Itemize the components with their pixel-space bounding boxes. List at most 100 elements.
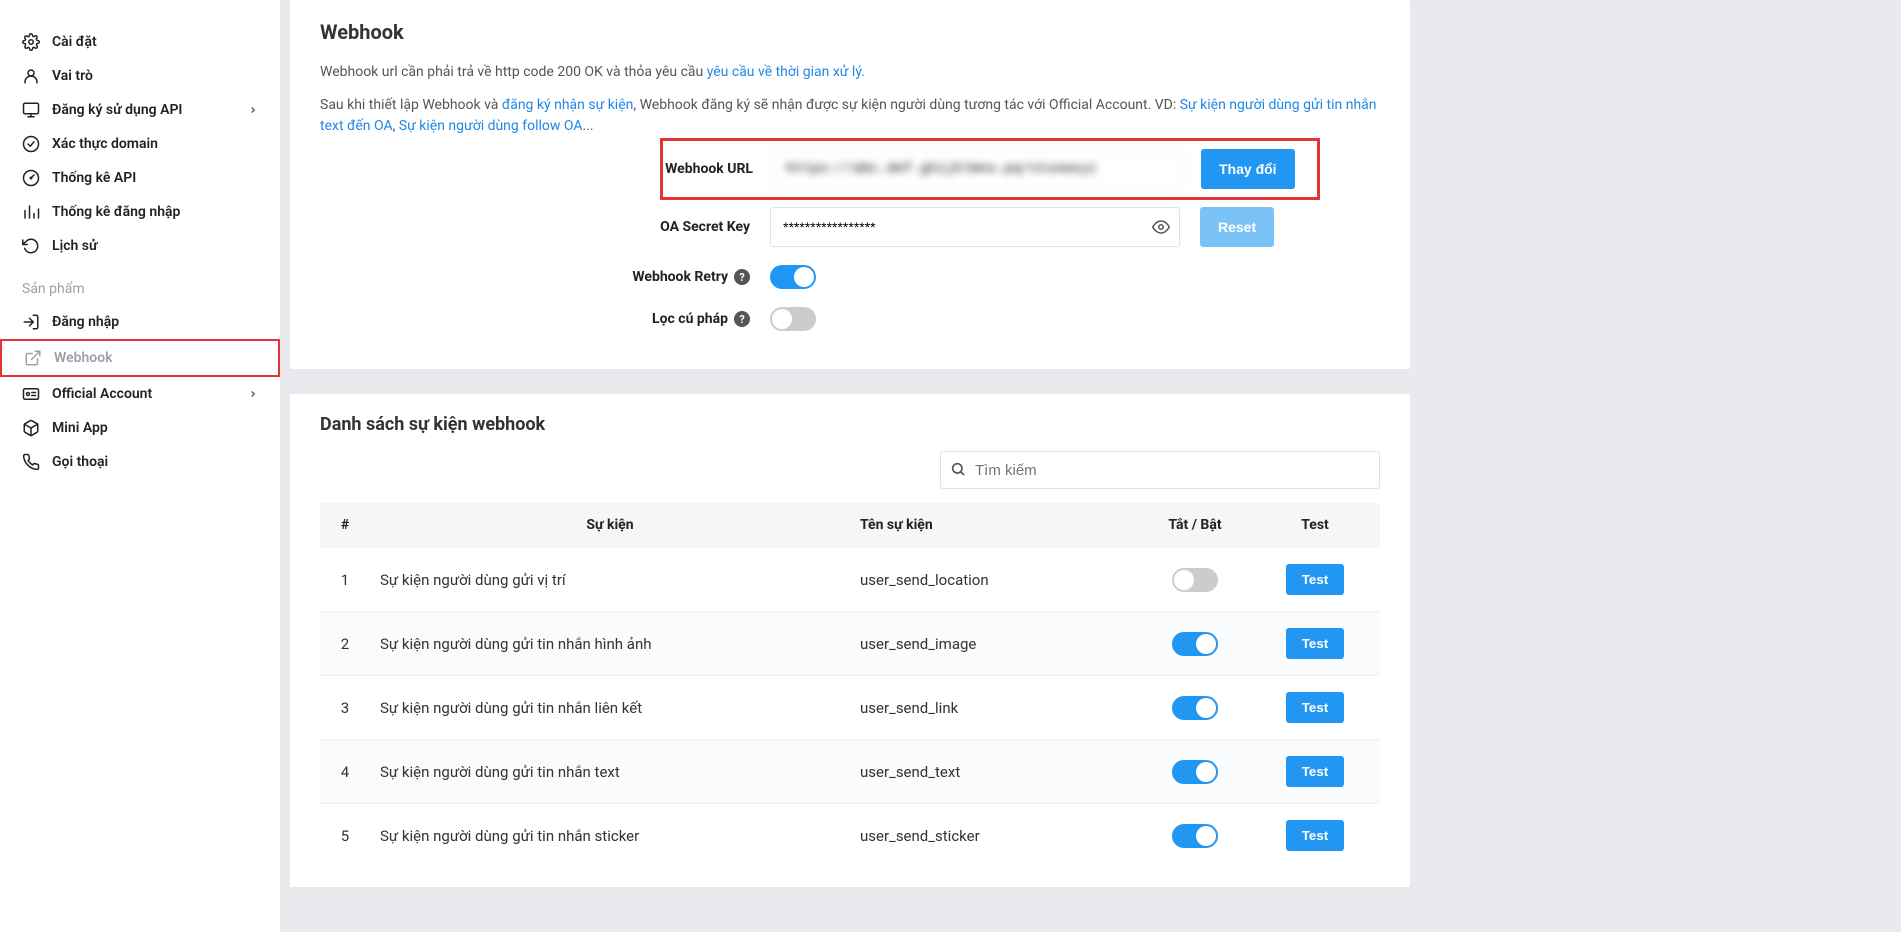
- info-line-1: Webhook url cần phải trả về http code 20…: [320, 62, 1380, 83]
- sidebar-item-api-register[interactable]: Đăng ký sử dụng API: [0, 93, 280, 127]
- eye-icon[interactable]: [1152, 218, 1170, 236]
- search-wrap: [940, 451, 1380, 489]
- row-name: user_send_text: [850, 740, 1140, 804]
- event-toggle[interactable]: [1172, 568, 1218, 592]
- row-event: Sự kiện người dùng gửi vị trí: [370, 548, 850, 612]
- webhook-retry-label: Webhook Retry ?: [390, 269, 770, 285]
- sidebar-item-label: Xác thực domain: [52, 136, 158, 152]
- sidebar-item-settings[interactable]: Cài đặt: [0, 25, 280, 59]
- sidebar-item-label: Gọi thoại: [52, 454, 108, 470]
- webhook-url-label: Webhook URL: [663, 161, 773, 177]
- sidebar-item-label: Webhook: [54, 350, 113, 366]
- table-row: 3Sự kiện người dùng gửi tin nhắn liên kế…: [320, 676, 1380, 740]
- info-text: Webhook url cần phải trả về http code 20…: [320, 64, 707, 80]
- row-index: 1: [320, 548, 370, 612]
- sidebar-item-label: Lịch sử: [52, 238, 98, 254]
- table-row: 5Sự kiện người dùng gửi tin nhắn sticker…: [320, 804, 1380, 868]
- barchart-icon: [22, 203, 40, 221]
- link-subscribe[interactable]: đăng ký nhận sự kiện: [502, 97, 634, 113]
- sidebar-item-history[interactable]: Lịch sử: [0, 229, 280, 263]
- test-button[interactable]: Test: [1286, 756, 1344, 787]
- row-index: 3: [320, 676, 370, 740]
- test-button[interactable]: Test: [1286, 692, 1344, 723]
- page-title: Webhook: [320, 20, 1380, 44]
- sidebar: Cài đặt Vai trò Đăng ký sử dụng API Xác thự…: [0, 0, 280, 932]
- row-event: Sự kiện người dùng gửi tin nhắn sticker: [370, 804, 850, 868]
- cube-icon: [22, 419, 40, 437]
- event-toggle[interactable]: [1172, 760, 1218, 784]
- row-name: user_send_image: [850, 612, 1140, 676]
- user-icon: [22, 67, 40, 85]
- secret-key-label: OA Secret Key: [390, 219, 770, 235]
- events-table: # Sự kiện Tên sự kiện Tắt / Bật Test 1Sự…: [320, 503, 1380, 867]
- table-row: 2Sự kiện người dùng gửi tin nhắn hình ản…: [320, 612, 1380, 676]
- sidebar-item-roles[interactable]: Vai trò: [0, 59, 280, 93]
- help-icon[interactable]: ?: [734, 311, 750, 327]
- webhook-settings-card: Webhook Webhook url cần phải trả về http…: [290, 0, 1410, 369]
- test-button[interactable]: Test: [1286, 820, 1344, 851]
- sidebar-item-webhook[interactable]: Webhook: [0, 339, 280, 377]
- change-url-button[interactable]: Thay đổi: [1201, 149, 1295, 189]
- row-index: 5: [320, 804, 370, 868]
- event-toggle[interactable]: [1172, 696, 1218, 720]
- sidebar-item-label: Mini App: [52, 420, 108, 436]
- sidebar-item-label: Thống kê API: [52, 170, 136, 186]
- row-index: 4: [320, 740, 370, 804]
- link-example-follow[interactable]: Sự kiện người dùng follow OA: [399, 118, 583, 134]
- row-index: 2: [320, 612, 370, 676]
- sidebar-item-label: Vai trò: [52, 68, 93, 84]
- label-text: Webhook Retry: [632, 269, 728, 285]
- main: Webhook Webhook url cần phải trả về http…: [280, 0, 1420, 932]
- sidebar-item-login-stats[interactable]: Thống kê đăng nhập: [0, 195, 280, 229]
- signin-icon: [22, 313, 40, 331]
- search-icon: [950, 461, 966, 477]
- syntax-filter-label: Lọc cú pháp ?: [390, 311, 770, 327]
- test-button[interactable]: Test: [1286, 628, 1344, 659]
- event-toggle[interactable]: [1172, 824, 1218, 848]
- test-button[interactable]: Test: [1286, 564, 1344, 595]
- phone-icon: [22, 453, 40, 471]
- sidebar-section-label: Sản phẩm: [0, 263, 280, 305]
- col-toggle: Tắt / Bật: [1140, 503, 1250, 548]
- events-heading: Danh sách sự kiện webhook: [320, 414, 1380, 435]
- id-icon: [22, 385, 40, 403]
- sidebar-item-login[interactable]: Đăng nhập: [0, 305, 280, 339]
- col-idx: #: [320, 503, 370, 548]
- col-event: Sự kiện: [370, 503, 850, 548]
- check-icon: [22, 135, 40, 153]
- event-toggle[interactable]: [1172, 632, 1218, 656]
- sidebar-item-miniapp[interactable]: Mini App: [0, 411, 280, 445]
- sidebar-item-label: Đăng ký sử dụng API: [52, 102, 182, 118]
- help-icon[interactable]: ?: [734, 269, 750, 285]
- syntax-filter-toggle[interactable]: [770, 307, 816, 331]
- monitor-icon: [22, 101, 40, 119]
- webhook-retry-toggle[interactable]: [770, 265, 816, 289]
- chevron-right-icon: [248, 389, 258, 399]
- sidebar-item-label: Official Account: [52, 386, 152, 402]
- info-text: ...: [583, 118, 594, 134]
- row-name: user_send_location: [850, 548, 1140, 612]
- col-test: Test: [1250, 503, 1380, 548]
- webhook-url-highlight: Webhook URL Thay đổi: [660, 138, 1320, 200]
- row-event: Sự kiện người dùng gửi tin nhắn liên kết: [370, 676, 850, 740]
- reset-secret-button[interactable]: Reset: [1200, 207, 1274, 247]
- sidebar-item-label: Cài đặt: [52, 34, 97, 50]
- search-input[interactable]: [940, 451, 1380, 489]
- external-icon: [24, 349, 42, 367]
- sidebar-item-domain-auth[interactable]: Xác thực domain: [0, 127, 280, 161]
- sidebar-item-voice[interactable]: Gọi thoại: [0, 445, 280, 479]
- info-text: , Webhook đăng ký sẽ nhận được sự kiện n…: [633, 97, 1179, 113]
- link-timing[interactable]: yêu cầu về thời gian xử lý.: [707, 64, 865, 80]
- webhook-url-input[interactable]: [773, 149, 1183, 189]
- table-row: 1Sự kiện người dùng gửi vị tríuser_send_…: [320, 548, 1380, 612]
- sidebar-item-oa[interactable]: Official Account: [0, 377, 280, 411]
- row-event: Sự kiện người dùng gửi tin nhắn text: [370, 740, 850, 804]
- chevron-right-icon: [248, 105, 258, 115]
- sidebar-item-api-stats[interactable]: Thống kê API: [0, 161, 280, 195]
- gauge-icon: [22, 169, 40, 187]
- secret-key-input[interactable]: [770, 207, 1180, 247]
- events-card: Danh sách sự kiện webhook # Sự kiện Tên …: [290, 394, 1410, 887]
- sidebar-item-label: Đăng nhập: [52, 314, 119, 330]
- row-event: Sự kiện người dùng gửi tin nhắn hình ảnh: [370, 612, 850, 676]
- info-line-2: Sau khi thiết lập Webhook và đăng ký nhậ…: [320, 95, 1380, 137]
